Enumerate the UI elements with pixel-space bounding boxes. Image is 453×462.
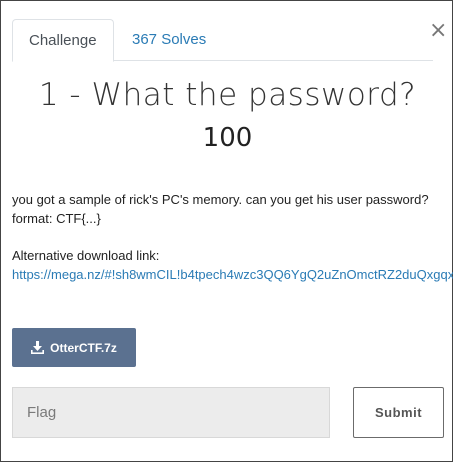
- download-file-label: OtterCTF.7z: [50, 340, 117, 355]
- download-file-button[interactable]: OtterCTF.7z: [12, 328, 136, 367]
- description-line: you got a sample of rick's PC's memory. …: [12, 192, 429, 207]
- format-hint: format: CTF{...}: [12, 211, 101, 226]
- challenge-title: 1 - What the password?: [38, 77, 417, 113]
- tab-solves[interactable]: 367 Solves: [116, 19, 222, 61]
- tab-bar: Challenge 367 Solves: [12, 19, 433, 62]
- submit-button[interactable]: Submit: [353, 387, 444, 438]
- tab-challenge[interactable]: Challenge: [12, 19, 114, 62]
- alt-download-link[interactable]: https://mega.nz/#!sh8wmCIL!b4tpech4wzc3Q…: [12, 267, 453, 282]
- close-icon[interactable]: ×: [429, 20, 447, 42]
- challenge-description: you got a sample of rick's PC's memory. …: [12, 190, 452, 228]
- flag-input[interactable]: [12, 387, 330, 438]
- alt-download-label: Alternative download link:: [12, 248, 160, 263]
- challenge-modal: Challenge 367 Solves × 1 - What the pass…: [0, 0, 453, 462]
- challenge-points: 100: [202, 123, 253, 153]
- download-icon: [31, 341, 45, 354]
